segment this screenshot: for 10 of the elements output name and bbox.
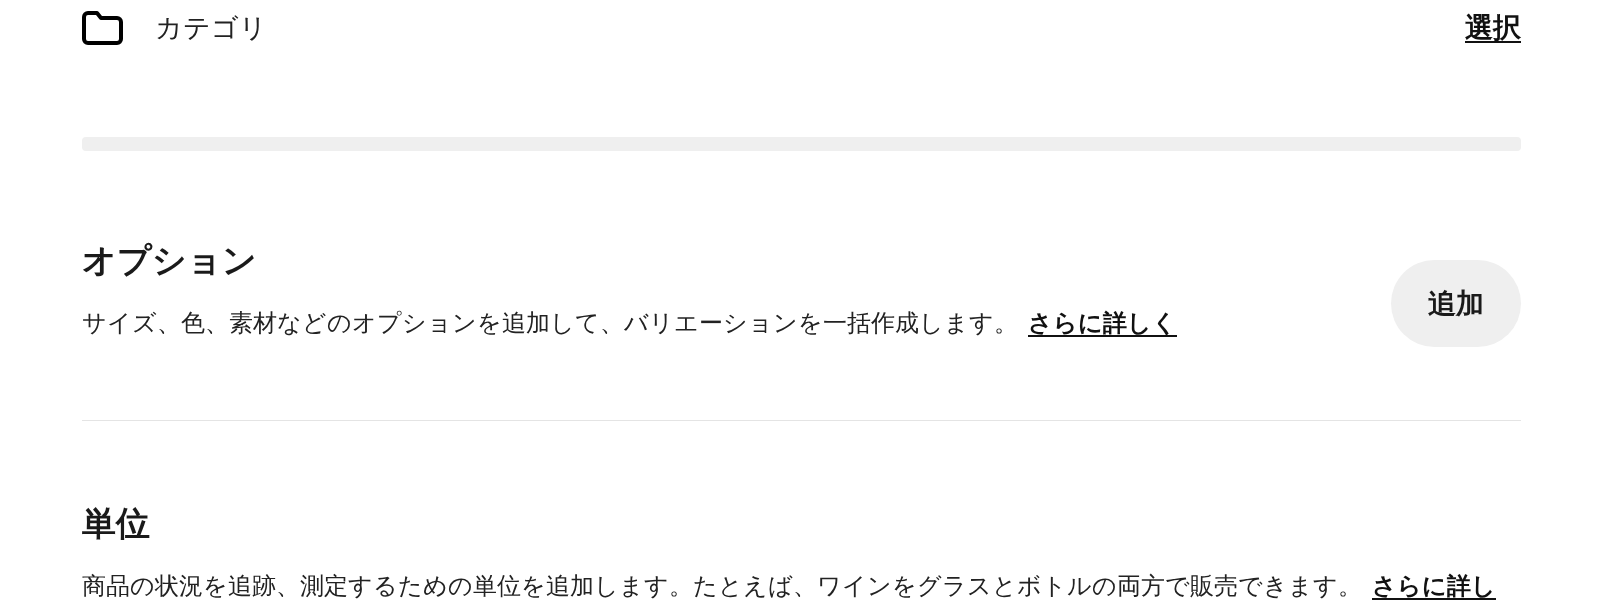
folder-icon <box>82 11 123 45</box>
learn-more-link[interactable]: さらに詳し <box>1372 572 1496 600</box>
category-label: カテゴリ <box>155 11 267 45</box>
select-link[interactable]: 選択 <box>1465 10 1521 46</box>
section-description: 商品の状況を追跡、測定するための単位を追加します。たとえば、ワインをグラスとボトルの両方で販売できます。 <box>82 572 1362 600</box>
section-title: 単位 <box>82 502 151 545</box>
section-description: サイズ、色、素材などのオプションを追加して、バリエーションを一括作成します。 <box>82 309 1018 337</box>
section-title: オプション <box>82 239 258 282</box>
learn-more-link[interactable]: さらに詳しく <box>1028 309 1177 337</box>
add-button[interactable]: 追加 <box>1391 260 1521 347</box>
